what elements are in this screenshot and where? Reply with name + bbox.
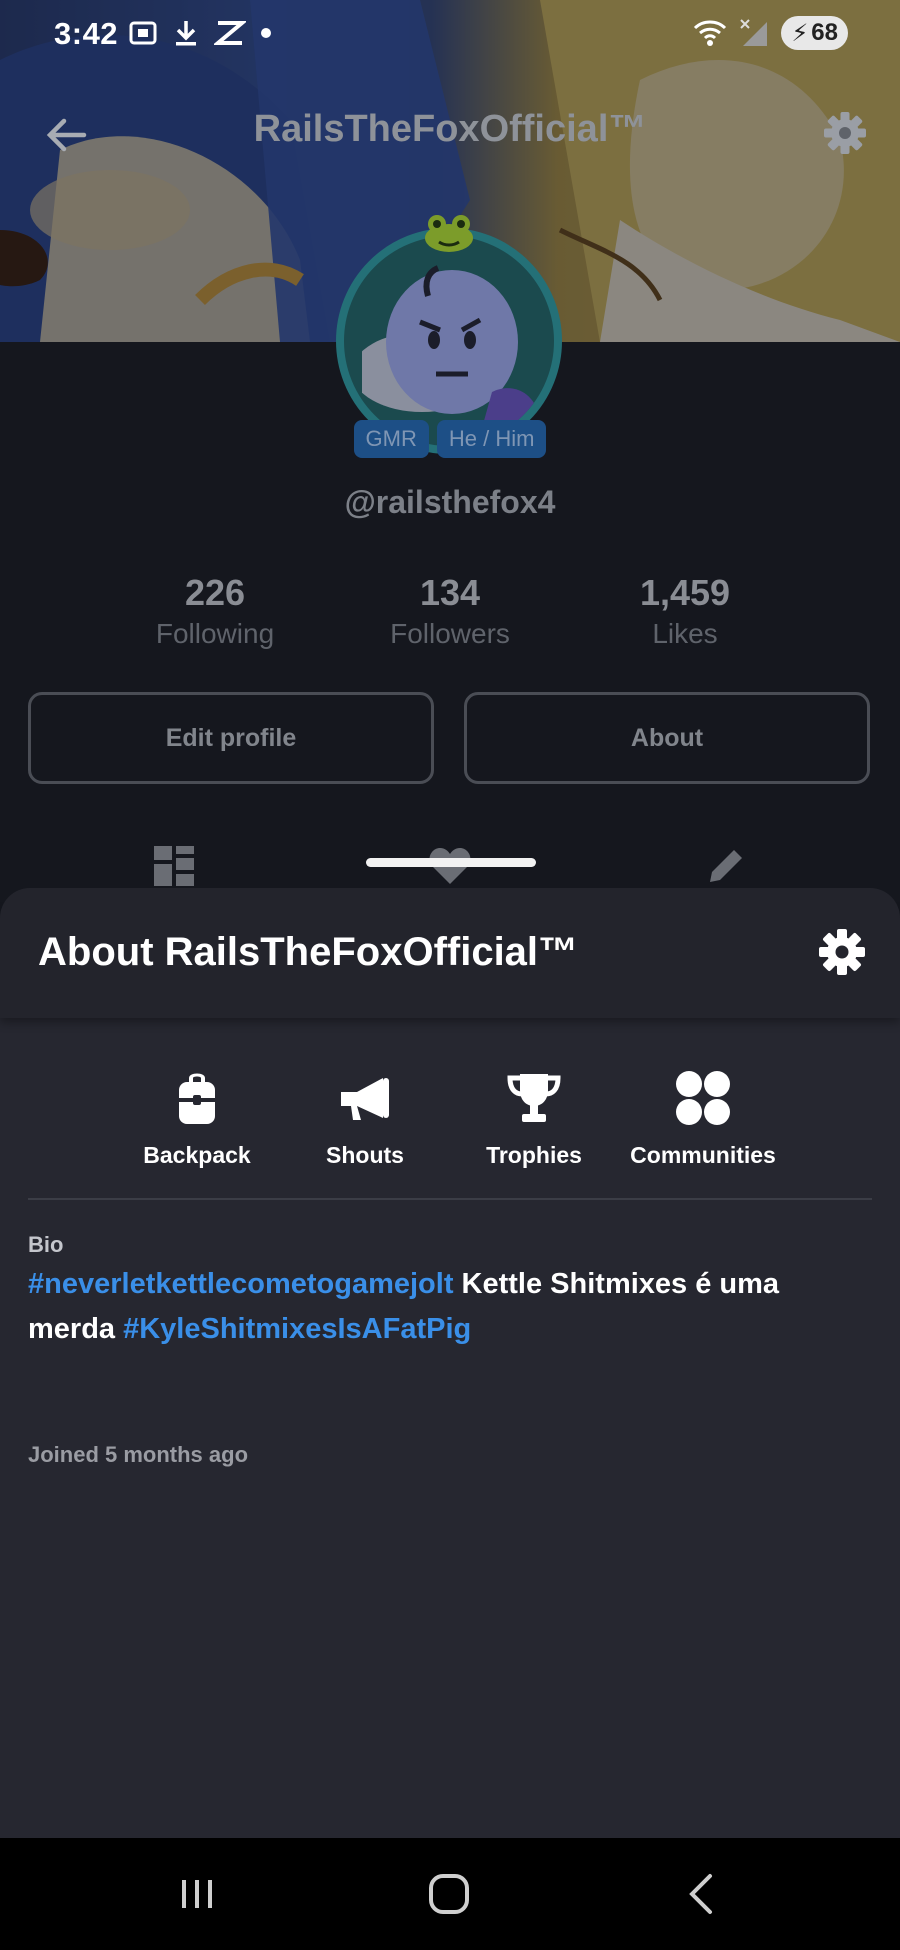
backpack-link[interactable]: Backpack — [112, 1068, 282, 1169]
trophy-icon — [507, 1074, 561, 1122]
bio-hashtag-link[interactable]: #neverletkettlecometogamejolt — [28, 1268, 453, 1300]
about-sheet: About RailsTheFoxOfficial™ Backpack Shou… — [0, 888, 900, 1838]
stat-value: 134 — [419, 572, 481, 613]
sheet-header: About RailsTheFoxOfficial™ — [0, 888, 900, 1018]
trophies-label: Trophies — [486, 1142, 582, 1168]
profile-tags: GMR He / Him — [0, 420, 900, 458]
shouts-label: Shouts — [326, 1142, 404, 1168]
battery-indicator: ⚡ 68 — [781, 16, 848, 50]
megaphone-icon — [341, 1078, 389, 1120]
profile-handle: @railsthefox4 — [344, 484, 556, 520]
wifi-icon — [694, 20, 727, 46]
stat-value: 226 — [184, 572, 246, 613]
profile-page: 3:42 ⚡ 68 RailsTheFoxOfficial™ GMR He / … — [0, 0, 900, 902]
backpack-icon — [179, 1073, 215, 1124]
home-icon[interactable] — [414, 1864, 484, 1924]
stat-likes[interactable]: 1,459 Likes — [565, 572, 805, 650]
tag-gmr: GMR — [353, 420, 429, 458]
system-nav-bar — [0, 1838, 900, 1950]
battery-level: 68 — [811, 19, 838, 46]
download-icon — [176, 21, 196, 46]
back-icon[interactable] — [666, 1864, 736, 1924]
status-bar: 3:42 ⚡ 68 — [0, 0, 900, 72]
about-button[interactable]: About — [464, 692, 870, 784]
bio-hashtag-link[interactable]: #KyleShitmixesIsAFatPig — [123, 1313, 471, 1345]
stat-following[interactable]: 226 Following — [95, 572, 335, 650]
dot-icon — [261, 28, 271, 38]
communities-label: Communities — [630, 1142, 776, 1168]
grid-icon[interactable] — [152, 844, 196, 888]
capcut-icon — [214, 21, 246, 45]
stat-label: Likes — [652, 618, 718, 649]
communities-link[interactable]: Communities — [618, 1068, 788, 1169]
backpack-label: Backpack — [143, 1142, 251, 1168]
stat-label: Followers — [390, 618, 510, 649]
status-time: 3:42 — [54, 16, 119, 51]
communities-icon — [676, 1071, 730, 1125]
profile-title: RailsTheFoxOfficial™ — [253, 108, 647, 150]
battery-bolt-icon: ⚡ — [791, 19, 809, 47]
stat-label: Following — [155, 618, 275, 649]
sheet-drag-handle[interactable] — [366, 858, 536, 867]
stat-followers[interactable]: 134 Followers — [330, 572, 570, 650]
pencil-icon[interactable] — [704, 844, 748, 888]
profile-stats: 226 Following 134 Followers 1,459 Likes — [0, 572, 900, 662]
avatar-image — [362, 265, 538, 428]
bio-label: Bio — [28, 1232, 64, 1257]
divider — [28, 1198, 872, 1200]
screenshot-icon — [129, 21, 157, 45]
shouts-link[interactable]: Shouts — [280, 1068, 450, 1169]
trophies-link[interactable]: Trophies — [449, 1068, 619, 1169]
recents-icon[interactable] — [162, 1864, 232, 1924]
signal-icon — [740, 19, 768, 46]
bio-text: #neverletkettlecometogamejolt Kettle Shi… — [28, 1262, 874, 1352]
avatar-frame-frog-icon — [425, 215, 473, 252]
settings-gear-icon[interactable] — [818, 106, 872, 160]
edit-profile-button[interactable]: Edit profile — [28, 692, 434, 784]
tag-pronouns: He / Him — [436, 420, 547, 458]
sheet-settings-gear-icon[interactable] — [814, 924, 870, 980]
quick-links: Backpack Shouts Trophies Communities — [0, 1068, 900, 1178]
stat-value: 1,459 — [639, 572, 731, 613]
sheet-title: About RailsTheFoxOfficial™ — [38, 930, 579, 974]
joined-date: Joined 5 months ago — [28, 1442, 249, 1467]
